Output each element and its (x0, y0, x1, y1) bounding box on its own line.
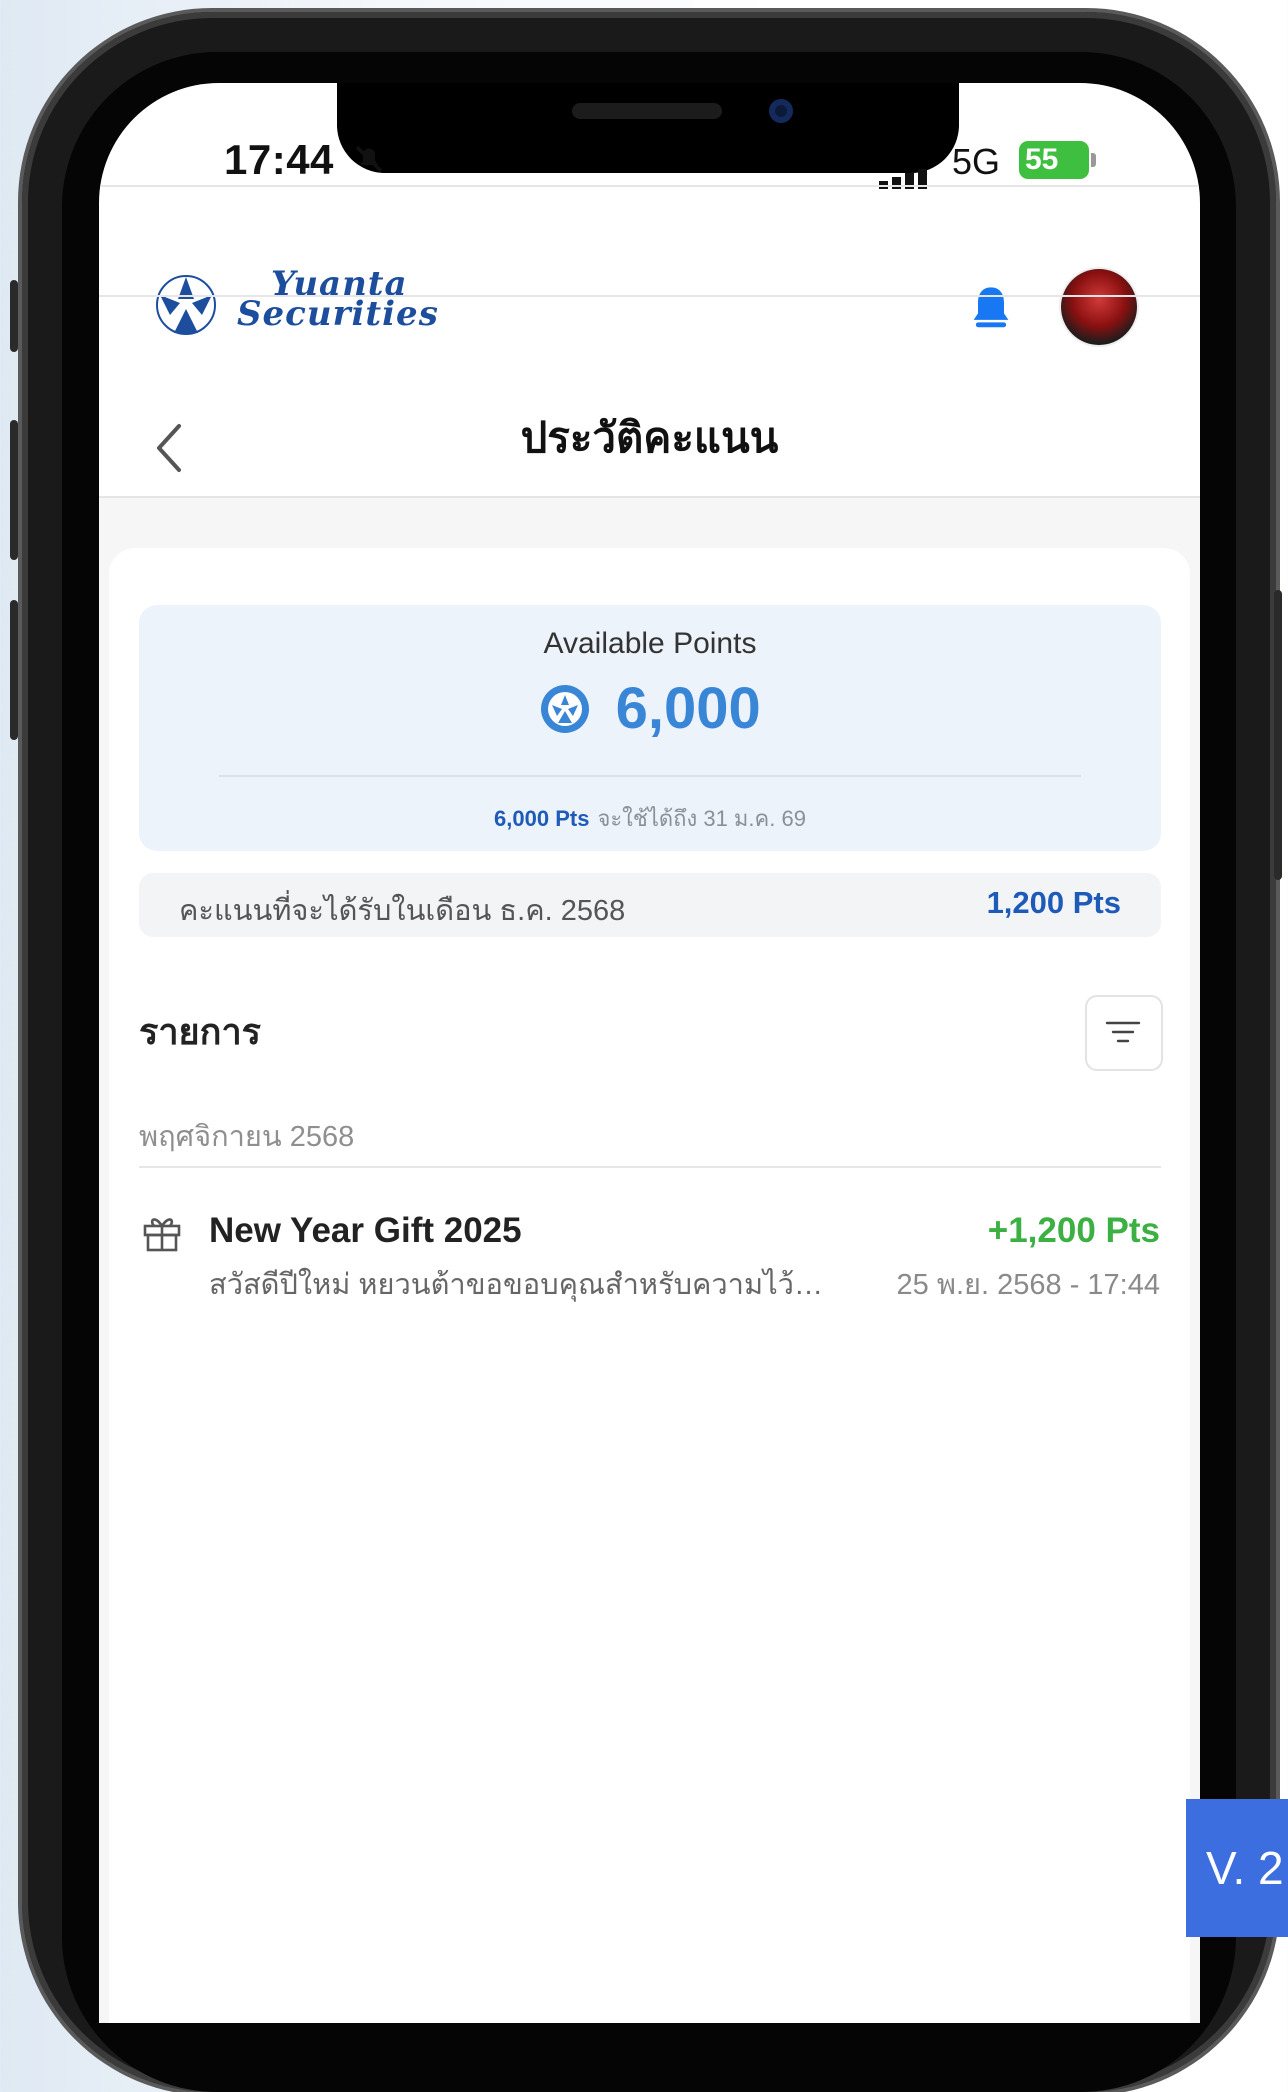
filter-icon (1105, 1021, 1141, 1043)
transaction-title: New Year Gift 2025 (209, 1211, 522, 1250)
upcoming-points-value: 1,200 Pts (986, 885, 1121, 920)
battery-cap (1091, 153, 1096, 167)
group-date: พฤศจิกายน 2568 (139, 1121, 355, 1153)
nav-divider (99, 496, 1200, 498)
notch (337, 83, 959, 173)
transaction-amount: +1,200 Pts (987, 1211, 1160, 1250)
notification-bell-icon[interactable] (965, 283, 1017, 335)
avatar[interactable] (1061, 269, 1137, 345)
brand-line-2: Securities (237, 294, 439, 334)
upcoming-points-label: คะแนนที่จะได้รับในเดือน ธ.ค. 2568 (179, 895, 626, 927)
available-points-value: 6,000 (615, 676, 761, 741)
expiry-text: จะใช้ได้ถึง 31 ม.ค. 69 (597, 806, 806, 831)
mute-switch (10, 280, 18, 352)
brand-logo-text: Yuanta Securities (237, 267, 439, 334)
page-title: ประวัติคะแนน (520, 414, 779, 461)
version-badge: V. 2 (1186, 1799, 1288, 1937)
transactions-title: รายการ (139, 1011, 261, 1052)
points-coin-icon (541, 684, 590, 733)
header-divider (99, 295, 1200, 297)
available-points-card: Available Points 6,000 6,000 Pts จะใช้ได้… (139, 605, 1161, 851)
group-divider (139, 1166, 1161, 1168)
silent-bell-icon (355, 145, 383, 173)
points-expiry: 6,000 Pts จะใช้ได้ถึง 31 ม.ค. 69 (139, 801, 1161, 836)
status-time: 17:44 (224, 136, 334, 183)
network-type: 5G (952, 141, 1001, 182)
transaction-description: สวัสดีปีใหม่ หยวนต้าขอขอบคุณสำหรับความไว… (209, 1269, 839, 1301)
available-points-label: Available Points (543, 627, 757, 660)
points-separator (219, 775, 1081, 777)
volume-down-button (10, 600, 18, 740)
expiry-points: 6,000 Pts (494, 806, 590, 831)
yuanta-logo-icon (156, 275, 216, 335)
filter-button[interactable] (1085, 995, 1163, 1071)
speaker (572, 103, 722, 119)
volume-up-button (10, 420, 18, 560)
front-camera (769, 99, 793, 123)
status-divider (99, 185, 1200, 187)
upcoming-points-row: คะแนนที่จะได้รับในเดือน ธ.ค. 2568 1,200 … (139, 873, 1161, 937)
battery-indicator: 55 (1019, 141, 1089, 179)
gift-icon (143, 1218, 181, 1252)
phone-screen: 17:44 5G 55 Yuanta Securities ประวัติคะแ… (99, 83, 1200, 2023)
points-value-row: 6,000 (139, 675, 1161, 742)
power-button (1274, 590, 1282, 880)
transaction-datetime: 25 พ.ย. 2568 - 17:44 (896, 1269, 1160, 1301)
